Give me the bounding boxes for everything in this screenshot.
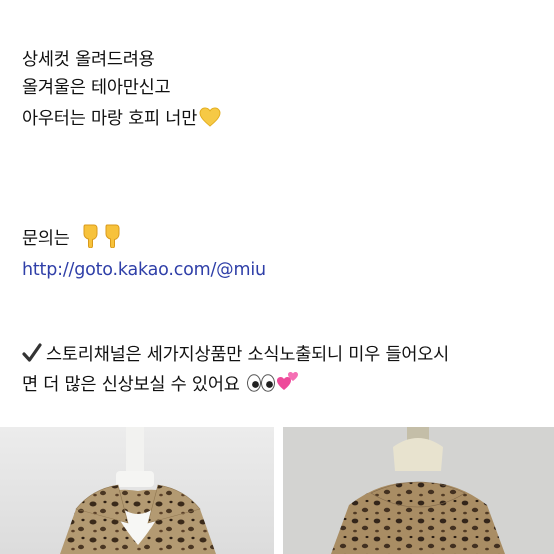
post-line-3: 아우터는 마랑 호피 너만 bbox=[22, 109, 198, 129]
front-photo-image bbox=[60, 427, 216, 554]
notice-line-1: 스토리채널은 세가지상품만 소식노출되니 미우 들어오시 bbox=[46, 345, 450, 365]
notice-line-2-row: 면 더 많은 신상보실 수 있어요 bbox=[22, 372, 299, 398]
inquiry-row: 문의는 bbox=[22, 224, 121, 252]
check-mark-icon bbox=[22, 343, 42, 362]
leopard-fur-jacket-on-mannequin-back[interactable] bbox=[283, 427, 554, 554]
yellow-heart-icon bbox=[199, 107, 221, 127]
back-photo-image bbox=[283, 427, 554, 554]
finger-down-icon bbox=[105, 224, 120, 248]
two-hearts-icon bbox=[276, 372, 298, 390]
inquiry-label: 문의는 bbox=[22, 229, 70, 249]
leopard-fur-jacket-on-mannequin-front[interactable] bbox=[0, 427, 274, 554]
product-photos bbox=[0, 427, 554, 554]
post-line-3-row: 아우터는 마랑 호피 너만 bbox=[22, 106, 221, 132]
link-row: http://goto.kakao.com/@miu bbox=[22, 257, 266, 283]
post-line-2: 올겨울은 테아만신고 bbox=[22, 78, 171, 98]
post-line-1: 상세컷 올려드려용 bbox=[22, 50, 155, 70]
notice-line-2: 면 더 많은 신상보실 수 있어요 bbox=[22, 375, 240, 395]
finger-down-icon bbox=[83, 224, 98, 248]
notice-line-1-row: 스토리채널은 세가지상품만 소식노출되니 미우 들어오시 bbox=[22, 342, 449, 368]
kakao-channel-link[interactable]: http://goto.kakao.com/@miu bbox=[22, 260, 266, 280]
eyes-icon bbox=[246, 374, 275, 392]
